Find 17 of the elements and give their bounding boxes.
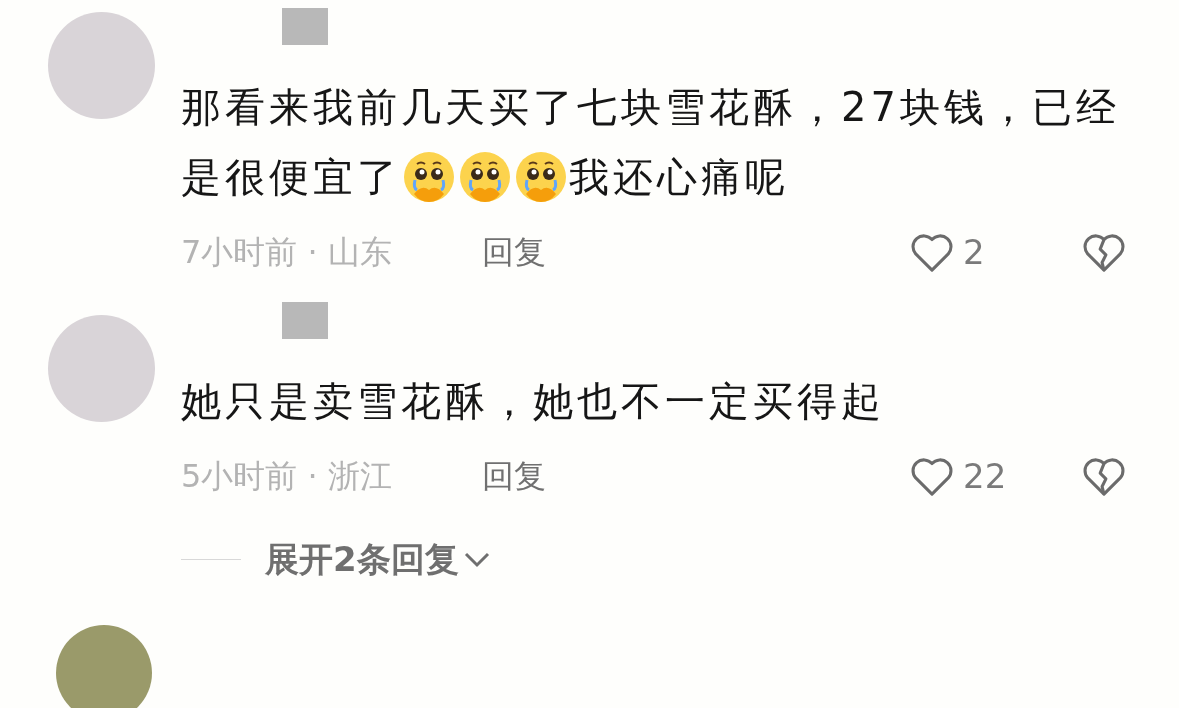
like-count: 22 (963, 454, 1008, 498)
comment-text: 我还心痛呢 (569, 153, 789, 202)
like-count: 2 (963, 230, 986, 274)
timestamp-location: 5小时前 · 浙江 (181, 456, 392, 497)
expand-replies-button[interactable]: 展开2条回复 (265, 534, 491, 585)
reply-button[interactable]: 回复 (481, 452, 546, 500)
comment-text: 那看来我前几天买了七块雪花酥，27块钱，已经 (181, 83, 1120, 132)
chevron-down-icon (462, 550, 491, 569)
comment-text: 是很便宜了 (181, 153, 401, 202)
reply-button[interactable]: 回复 (481, 228, 546, 276)
timestamp-location: 7小时前 · 山东 (181, 232, 392, 273)
crying-face-icon (458, 150, 512, 204)
crying-face-icon (514, 150, 568, 204)
crying-face-icon (402, 150, 456, 204)
redacted-name-block (282, 302, 328, 339)
redacted-name-block (282, 8, 328, 45)
comment-text: 她只是卖雪花酥，她也不一定买得起 (181, 377, 885, 426)
